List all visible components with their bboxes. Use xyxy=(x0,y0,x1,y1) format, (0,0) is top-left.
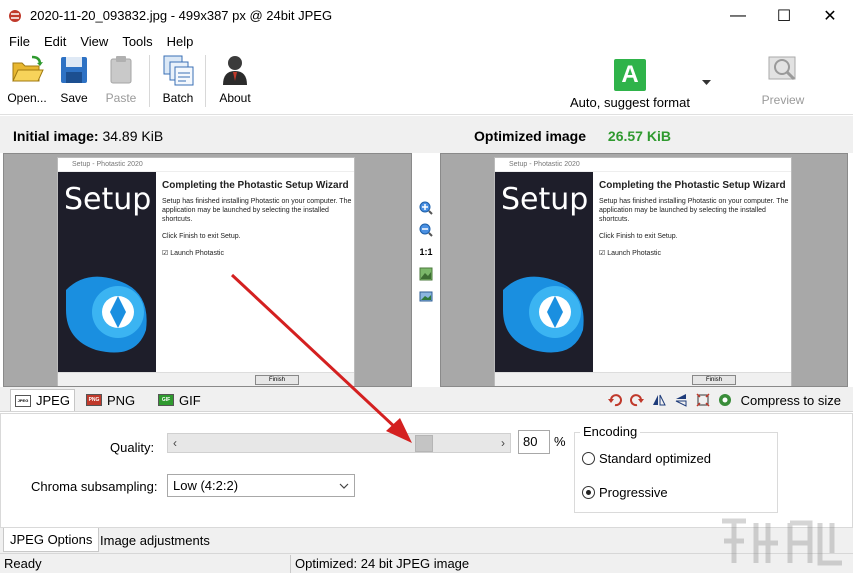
compare-images-icon[interactable] xyxy=(418,288,434,304)
zoom-tools: 1:1 xyxy=(414,200,438,304)
batch-label: Batch xyxy=(162,91,194,105)
open-button[interactable]: Open... xyxy=(5,53,49,111)
tab-image-adjustments[interactable]: Image adjustments xyxy=(94,528,216,552)
auto-suggest-format-button[interactable]: A Auto, suggest format xyxy=(566,53,694,111)
watermark-logo xyxy=(722,518,842,566)
radio-progressive[interactable] xyxy=(582,486,595,499)
radio-standard[interactable] xyxy=(582,452,595,465)
encoding-title: Encoding xyxy=(580,424,641,439)
tab-jpeg-label: JPEG xyxy=(36,393,70,408)
paste-label: Paste xyxy=(105,91,137,105)
preview-label: Preview xyxy=(761,93,805,107)
menu-view[interactable]: View xyxy=(73,34,115,49)
batch-icon xyxy=(163,55,194,86)
flip-horizontal-icon[interactable] xyxy=(651,392,667,408)
optimized-image-label: Optimized image xyxy=(474,128,587,144)
encoding-group: Encoding Standard optimized Progressive xyxy=(574,424,778,513)
about-label: About xyxy=(219,91,251,105)
rotate-right-icon[interactable] xyxy=(629,392,645,408)
quality-slider[interactable]: ‹ › xyxy=(167,433,511,453)
toolbar-separator xyxy=(205,55,206,107)
menu-tools[interactable]: Tools xyxy=(115,34,159,49)
tab-jpeg[interactable]: JPEG JPEG xyxy=(10,389,75,411)
crop-icon[interactable] xyxy=(695,392,711,408)
encoding-progressive-label: Progressive xyxy=(599,485,668,500)
window-title: 2020-11-20_093832.jpg - 499x387 px @ 24b… xyxy=(30,8,333,23)
image-tools: Compress to size xyxy=(607,390,841,410)
initial-image-info: Initial image: 34.89 KiB xyxy=(13,128,163,144)
save-button[interactable]: Save xyxy=(55,53,93,111)
png-icon: PNG xyxy=(86,394,102,406)
folder-open-icon xyxy=(12,55,44,82)
close-button[interactable]: ✕ xyxy=(807,0,853,31)
optimized-image-info: Optimized image 26.57 KiB xyxy=(474,128,671,144)
zoom-in-icon[interactable] xyxy=(418,200,434,216)
maximize-button[interactable]: ☐ xyxy=(761,0,807,31)
chevron-down-icon xyxy=(334,475,354,496)
initial-image-size: 34.89 KiB xyxy=(102,128,164,144)
initial-image-label: Initial image: xyxy=(13,128,99,144)
preview-button[interactable]: Preview xyxy=(756,53,810,111)
encoding-standard-option[interactable]: Standard optimized xyxy=(582,451,711,466)
tab-gif-label: GIF xyxy=(179,392,201,408)
paste-button[interactable]: Paste xyxy=(102,53,140,111)
flip-vertical-icon[interactable] xyxy=(673,392,689,408)
chroma-subsampling-label: Chroma subsampling: xyxy=(31,479,158,494)
save-label: Save xyxy=(60,91,88,105)
menu-edit[interactable]: Edit xyxy=(37,34,73,49)
status-separator xyxy=(290,555,291,573)
auto-format-icon: A xyxy=(614,59,646,91)
image-header: Initial image: 34.89 KiB Optimized image… xyxy=(0,116,853,153)
quality-label: Quality: xyxy=(110,440,155,455)
tab-gif[interactable]: GIF GIF xyxy=(154,389,205,411)
actual-size-button[interactable]: 1:1 xyxy=(418,244,434,260)
slider-left-arrow[interactable]: ‹ xyxy=(173,436,177,450)
format-tab-row: JPEG JPEG PNG PNG GIF GIF Compress to si… xyxy=(0,387,853,412)
chroma-subsampling-select[interactable]: Low (4:2:2) xyxy=(167,474,355,497)
optimized-image-size: 26.57 KiB xyxy=(607,128,671,144)
tab-png-label: PNG xyxy=(107,392,136,408)
title-bar: 2020-11-20_093832.jpg - 499x387 px @ 24b… xyxy=(0,0,853,31)
compress-to-size-icon[interactable] xyxy=(717,392,733,408)
initial-image-pane[interactable]: Setup - Photastic 2020 Setup Completing … xyxy=(3,153,412,387)
zoom-out-icon[interactable] xyxy=(418,222,434,238)
app-icon xyxy=(9,9,21,22)
chroma-subsampling-value: Low (4:2:2) xyxy=(173,478,239,493)
menu-bar: File Edit View Tools Help xyxy=(0,31,853,51)
toolbar-separator xyxy=(149,55,150,107)
auto-format-label: Auto, suggest format xyxy=(570,95,690,110)
optimized-image-pane[interactable]: Setup - Photastic 2020 Setup Completing … xyxy=(440,153,848,387)
minimize-button[interactable]: — xyxy=(715,0,761,31)
compress-to-size-label[interactable]: Compress to size xyxy=(741,393,841,408)
encoding-progressive-option[interactable]: Progressive xyxy=(582,485,668,500)
quality-input[interactable]: 80 xyxy=(518,430,550,454)
save-icon xyxy=(61,57,87,83)
gif-icon: GIF xyxy=(158,394,174,406)
encoding-standard-label: Standard optimized xyxy=(599,451,712,466)
about-button[interactable]: About xyxy=(213,53,257,111)
toolbar: Open... Save Paste Batch About A Auto, s… xyxy=(0,51,853,115)
person-icon xyxy=(223,56,247,85)
quality-slider-thumb[interactable] xyxy=(415,435,434,452)
slider-right-arrow[interactable]: › xyxy=(501,436,505,450)
dropdown-arrow-icon[interactable] xyxy=(702,80,711,86)
magnifier-icon xyxy=(768,56,796,81)
auto-format-letter: A xyxy=(621,61,639,88)
clipboard-icon xyxy=(110,56,132,84)
jpeg-options-panel: Quality: ‹ › 80 % Chroma subsampling: Lo… xyxy=(0,413,853,528)
rotate-left-icon[interactable] xyxy=(607,392,623,408)
menu-file[interactable]: File xyxy=(2,34,37,49)
fit-image-icon[interactable] xyxy=(418,266,434,282)
jpeg-icon: JPEG xyxy=(15,394,31,407)
tab-jpeg-options[interactable]: JPEG Options xyxy=(3,528,100,552)
status-image-info: Optimized: 24 bit JPEG image xyxy=(295,556,470,571)
tab-png[interactable]: PNG PNG xyxy=(82,389,139,411)
batch-button[interactable]: Batch xyxy=(157,53,199,111)
menu-help[interactable]: Help xyxy=(160,34,201,49)
open-label: Open... xyxy=(7,91,47,105)
status-text: Ready xyxy=(4,556,42,571)
quality-percent-unit: % xyxy=(554,434,566,449)
